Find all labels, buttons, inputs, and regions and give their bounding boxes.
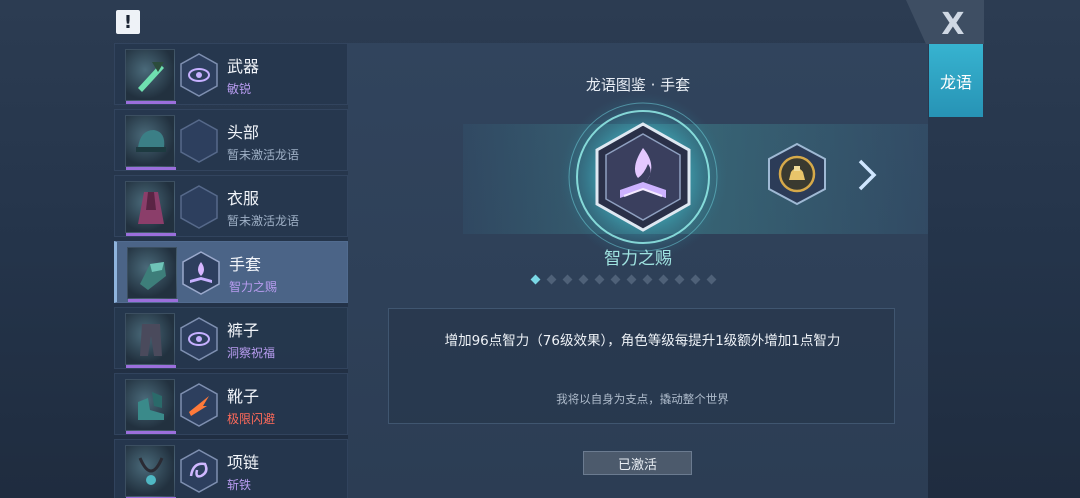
- lamp-rune-icon[interactable]: [765, 142, 829, 206]
- page-dot[interactable]: [530, 274, 541, 285]
- equipment-item-clothes[interactable]: 衣服 暂未激活龙语: [114, 175, 348, 237]
- equipment-status: 斩铁: [227, 478, 252, 492]
- clothes-thumbnail: [125, 181, 176, 236]
- page-dot[interactable]: [706, 274, 717, 285]
- page-dot[interactable]: [610, 274, 621, 285]
- equipment-status: 洞察祝福: [227, 346, 276, 360]
- page-dot[interactable]: [674, 274, 685, 285]
- skill-description: 增加96点智力（76级效果），角色等级每提升1级额外增加1点智力: [444, 333, 841, 349]
- empty-slot-icon: [180, 119, 218, 163]
- equipment-name: 靴子: [227, 387, 260, 406]
- empty-slot-icon: [180, 185, 218, 229]
- equipment-item-gloves[interactable]: 手套 智力之赐: [114, 241, 348, 303]
- equipment-name: 裤子: [227, 321, 260, 340]
- equipment-status: 极限闪避: [227, 412, 276, 426]
- equipment-item-weapon[interactable]: 武器 敏锐: [114, 43, 348, 105]
- gloves-thumbnail: [127, 247, 178, 302]
- equipment-name: 衣服: [227, 189, 260, 208]
- close-icon[interactable]: X: [906, 0, 984, 44]
- equipment-item-head[interactable]: 头部 暂未激活龙语: [114, 109, 348, 171]
- page-dot[interactable]: [642, 274, 653, 285]
- equipment-item-boots[interactable]: 靴子 极限闪避: [114, 373, 348, 435]
- head-thumbnail: [125, 115, 176, 170]
- equipment-status: 智力之赐: [229, 280, 278, 294]
- pants-thumbnail: [125, 313, 176, 368]
- equipment-name: 头部: [227, 123, 260, 142]
- page-dot[interactable]: [626, 274, 637, 285]
- description-box: 增加96点智力（76级效果），角色等级每提升1级额外增加1点智力 我将以自身为支…: [388, 308, 895, 424]
- page-dot[interactable]: [594, 274, 605, 285]
- equipment-list: 武器 敏锐 头部 暂未激活龙语 衣服 暂未激活龙语 手套 智力之赐 裤子 洞察祝…: [114, 43, 348, 498]
- equipment-name: 项链: [227, 453, 260, 472]
- flavor-quote: 我将以自身为支点，撬动整个世界: [556, 392, 729, 406]
- equipment-status: 暂未激活龙语: [227, 214, 300, 228]
- equipment-status: 敏锐: [227, 82, 252, 96]
- equipment-item-pants[interactable]: 裤子 洞察祝福: [114, 307, 348, 369]
- page-dot[interactable]: [562, 274, 573, 285]
- activated-button[interactable]: 已激活: [583, 451, 692, 475]
- close-label: X: [941, 7, 964, 42]
- page-dot[interactable]: [690, 274, 701, 285]
- swirl-rune-icon: [180, 449, 218, 493]
- page-dot[interactable]: [578, 274, 589, 285]
- equipment-name: 手套: [229, 255, 262, 274]
- flame-book-icon: [182, 251, 220, 295]
- warning-button[interactable]: !: [116, 10, 140, 34]
- tab-dragon-language[interactable]: 龙语: [929, 44, 983, 117]
- skill-name: 智力之赐: [604, 249, 672, 269]
- flame-book-icon: [559, 93, 727, 261]
- page-indicator: [530, 274, 717, 285]
- eye-rune-icon: [180, 317, 218, 361]
- eye-rune-icon: [180, 53, 218, 97]
- page-dot[interactable]: [658, 274, 669, 285]
- chevron-right-icon[interactable]: [856, 158, 878, 192]
- boots-thumbnail: [125, 379, 176, 434]
- equipment-item-necklace[interactable]: 项链 斩铁: [114, 439, 348, 498]
- equipment-name: 武器: [227, 57, 260, 76]
- weapon-thumbnail: [125, 49, 176, 104]
- page-dot[interactable]: [546, 274, 557, 285]
- necklace-thumbnail: [125, 445, 176, 498]
- equipment-status: 暂未激活龙语: [227, 148, 300, 162]
- dash-rune-icon: [180, 383, 218, 427]
